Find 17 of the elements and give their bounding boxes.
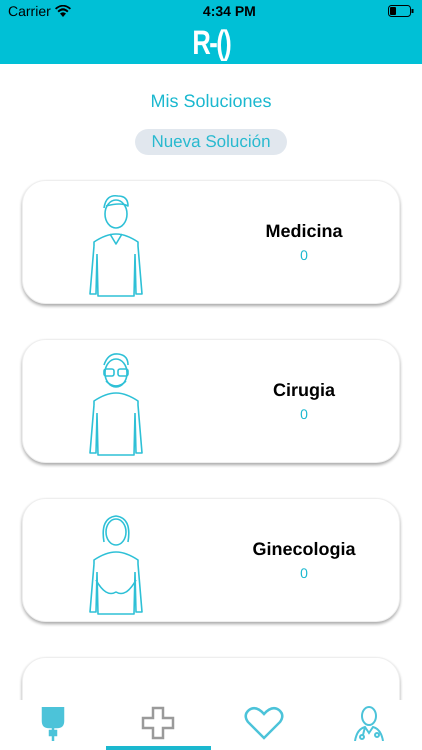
page-title: Mis Soluciones bbox=[150, 90, 272, 113]
category-name: Cirugia bbox=[272, 378, 335, 402]
wifi-icon bbox=[54, 5, 71, 17]
category-name: Ginecologia bbox=[252, 538, 356, 561]
clock-label: 4:34 PM bbox=[202, 2, 256, 20]
app-logo: R-() bbox=[192, 26, 230, 60]
carrier-label: Carrier bbox=[8, 2, 51, 20]
category-card[interactable]: Medicina 0 bbox=[22, 180, 400, 304]
cross-icon bbox=[140, 705, 176, 741]
heart-icon bbox=[244, 705, 284, 741]
category-card[interactable]: Ginecologia 0 bbox=[22, 498, 400, 622]
category-card[interactable]: Cirugia 0 bbox=[22, 338, 400, 462]
solution-count: 0 bbox=[300, 246, 308, 264]
battery-icon bbox=[388, 5, 414, 17]
category-name: Medicina bbox=[265, 220, 343, 242]
solution-count: 0 bbox=[300, 564, 308, 582]
solution-count: 0 bbox=[300, 404, 308, 424]
